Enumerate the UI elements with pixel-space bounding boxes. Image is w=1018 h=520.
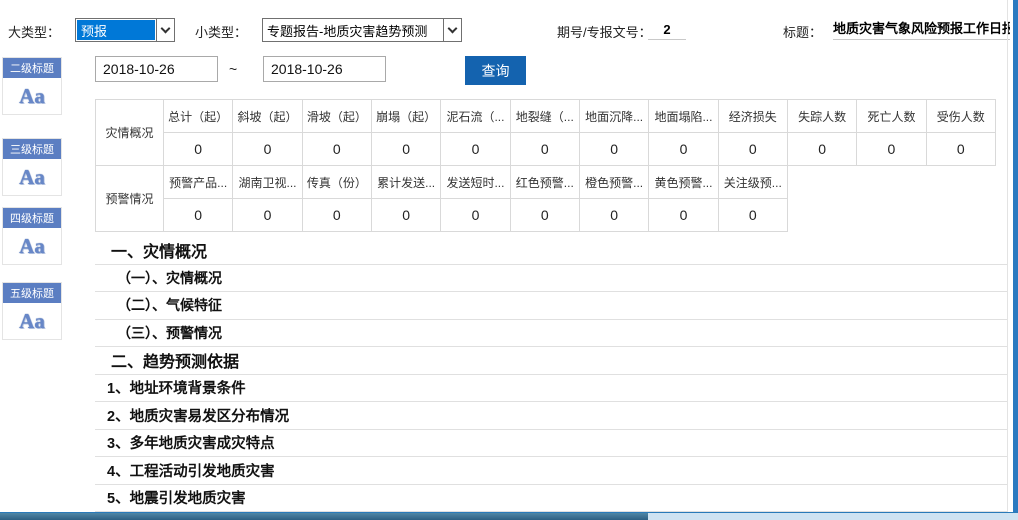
- outline-item[interactable]: 1、地址环境背景条件: [95, 375, 1008, 403]
- column-header: 黄色预警...: [649, 166, 718, 199]
- column-header: 地裂缝（...: [511, 100, 580, 133]
- heading5-label: 五级标题: [3, 283, 61, 303]
- query-button[interactable]: 查询: [465, 56, 526, 85]
- heading2-label: 二级标题: [3, 58, 61, 78]
- table-cell: 0: [164, 133, 233, 166]
- date-to-input[interactable]: 2018-10-26: [263, 56, 386, 82]
- table-cell: 0: [164, 199, 233, 232]
- sidebar-item-heading4[interactable]: 四级标题 Aa: [2, 207, 62, 265]
- table-cell: 0: [719, 133, 788, 166]
- disaster-overview-table: 灾情概况 总计（起） 斜坡（起） 滑坡（起） 崩塌（起） 泥石流（... 地裂缝…: [95, 99, 996, 166]
- outline-item[interactable]: 2、地质灾害易发区分布情况: [95, 402, 1008, 430]
- column-header: 崩塌（起）: [372, 100, 441, 133]
- column-header: 泥石流（...: [441, 100, 510, 133]
- report-editor-page: 大类型： 预报 小类型： 专题报告-地质灾害趋势预测 期号/专报文号： 2 标题…: [0, 0, 1018, 520]
- table-cell: 0: [788, 133, 857, 166]
- table-cell: 0: [649, 133, 718, 166]
- table-cell: 0: [372, 199, 441, 232]
- horizontal-scrollbar[interactable]: [0, 512, 1018, 520]
- sidebar-item-heading5[interactable]: 五级标题 Aa: [2, 282, 62, 340]
- big-type-select[interactable]: 预报: [75, 18, 175, 42]
- table-cell: 0: [927, 133, 996, 166]
- column-header: 红色预警...: [511, 166, 580, 199]
- table-cell: 0: [580, 133, 649, 166]
- big-type-label: 大类型：: [8, 22, 60, 41]
- column-header: 橙色预警...: [580, 166, 649, 199]
- table-cell: 0: [511, 199, 580, 232]
- chevron-down-icon[interactable]: [443, 19, 461, 41]
- column-header: 累计发送...: [372, 166, 441, 199]
- outline-item[interactable]: 二、趋势预测依据: [95, 347, 1008, 375]
- column-header: 斜坡（起）: [233, 100, 302, 133]
- column-header: 死亡人数: [857, 100, 926, 133]
- column-header: 关注级预...: [719, 166, 788, 199]
- outline-item[interactable]: （三）、预警情况: [95, 320, 1008, 348]
- font-style-icon: Aa: [3, 303, 61, 339]
- font-style-icon: Aa: [3, 78, 61, 114]
- table-cell: 0: [649, 199, 718, 232]
- table-cell: 0: [441, 199, 510, 232]
- column-header: 失踪人数: [788, 100, 857, 133]
- table-cell: 0: [303, 199, 372, 232]
- warning-overview-table: 预警情况 预警产品... 湖南卫视... 传真（份） 累计发送... 发送短时.…: [95, 165, 788, 232]
- heading4-label: 四级标题: [3, 208, 61, 228]
- content-edge-divider: [1007, 0, 1008, 512]
- font-style-icon: Aa: [3, 228, 61, 264]
- column-header: 湖南卫视...: [233, 166, 302, 199]
- column-header: 传真（份）: [303, 166, 372, 199]
- column-header: 受伤人数: [927, 100, 996, 133]
- table-cell: 0: [372, 133, 441, 166]
- column-header: 发送短时...: [441, 166, 510, 199]
- date-from-input[interactable]: 2018-10-26: [95, 56, 218, 82]
- outline-item[interactable]: 4、工程活动引发地质灾害: [95, 457, 1008, 485]
- column-header: 经济损失: [719, 100, 788, 133]
- column-header: 滑坡（起）: [303, 100, 372, 133]
- small-type-selected-value: 专题报告-地质灾害趋势预测: [263, 19, 443, 41]
- column-header: 总计（起）: [164, 100, 233, 133]
- document-outline: 一、灾情概况 （一）、灾情概况 （二）、气候特征 （三）、预警情况 二、趋势预测…: [95, 237, 1008, 512]
- table-cell: 0: [580, 199, 649, 232]
- table-cell: 0: [511, 133, 580, 166]
- small-type-select[interactable]: 专题报告-地质灾害趋势预测: [262, 18, 462, 42]
- row-group-label: 预警情况: [96, 166, 164, 232]
- table-cell: 0: [233, 133, 302, 166]
- heading3-label: 三级标题: [3, 139, 61, 159]
- sidebar-item-heading2[interactable]: 二级标题 Aa: [2, 57, 62, 115]
- small-type-label: 小类型：: [195, 22, 247, 41]
- horizontal-scrollbar-thumb[interactable]: [0, 513, 648, 520]
- column-header: 地面沉降...: [580, 100, 649, 133]
- table-cell: 0: [303, 133, 372, 166]
- chevron-down-icon[interactable]: [156, 19, 174, 41]
- sidebar-item-heading3[interactable]: 三级标题 Aa: [2, 138, 62, 196]
- outline-item[interactable]: 5、地震引发地质灾害: [95, 485, 1008, 513]
- outline-item[interactable]: 3、多年地质灾害成灾特点: [95, 430, 1008, 458]
- issue-number-label: 期号/专报文号：: [557, 22, 652, 41]
- outline-item[interactable]: （二）、气候特征: [95, 292, 1008, 320]
- big-type-selected-value: 预报: [77, 20, 155, 40]
- column-header: 预警产品...: [164, 166, 233, 199]
- vertical-scrollbar[interactable]: [1013, 0, 1018, 520]
- title-label: 标题：: [783, 22, 822, 41]
- title-input[interactable]: 地质灾害气象风险预报工作日报: [833, 14, 1010, 40]
- outline-item[interactable]: （一）、灾情概况: [95, 265, 1008, 293]
- outline-item[interactable]: 一、灾情概况: [95, 237, 1008, 265]
- column-header: 地面塌陷...: [649, 100, 718, 133]
- row-group-label: 灾情概况: [96, 100, 164, 166]
- table-cell: 0: [441, 133, 510, 166]
- font-style-icon: Aa: [3, 159, 61, 195]
- issue-number-input[interactable]: 2: [648, 18, 686, 40]
- table-cell: 0: [719, 199, 788, 232]
- table-cell: 0: [233, 199, 302, 232]
- date-range-separator: ~: [229, 61, 237, 77]
- table-cell: 0: [857, 133, 926, 166]
